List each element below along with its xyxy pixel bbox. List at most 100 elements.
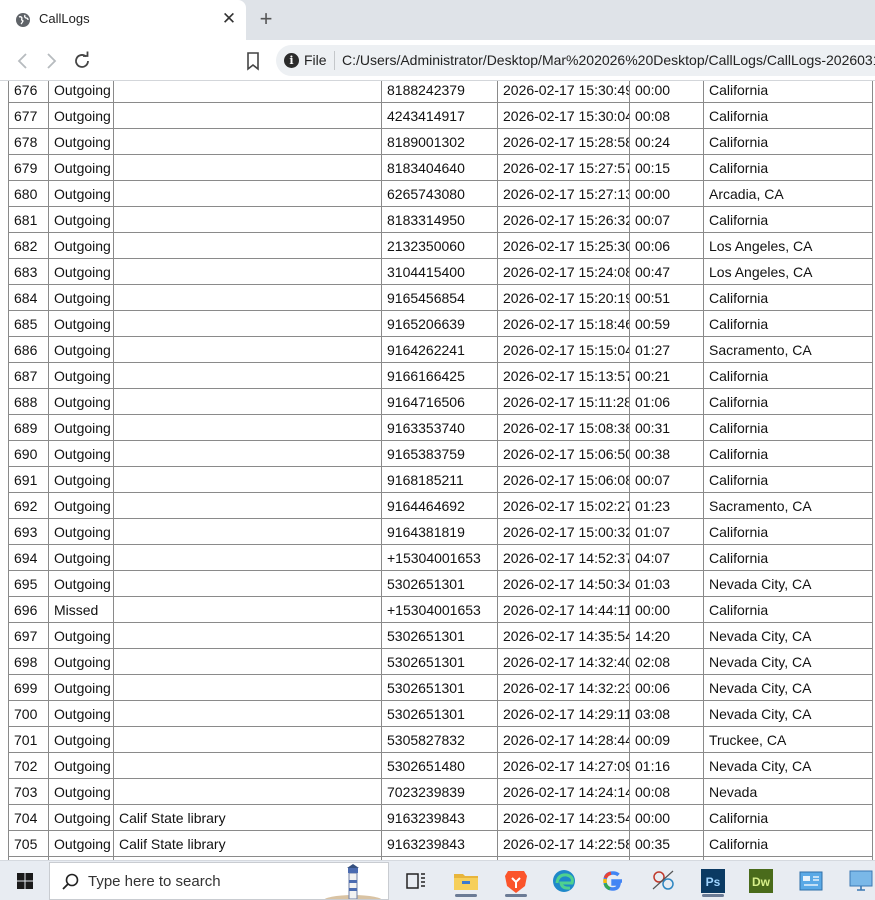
duration-cell: 00:08	[629, 102, 704, 129]
location-cell: Sacramento, CA	[703, 492, 873, 519]
svg-text:Dw: Dw	[752, 875, 771, 889]
call-type-cell: Outgoing	[48, 102, 114, 129]
duration-cell: 00:00	[629, 596, 704, 623]
location-cell: Truckee, CA	[703, 726, 873, 753]
task-view-icon[interactable]	[400, 865, 432, 897]
call-type-cell: Outgoing	[48, 81, 114, 103]
search-icon	[62, 873, 79, 890]
close-tab-icon[interactable]: ✕	[218, 8, 240, 30]
phone-number-cell: 3104415400	[381, 258, 498, 285]
location-cell: California	[703, 284, 873, 311]
location-cell: Nevada City, CA	[703, 570, 873, 597]
edge-browser-app[interactable]	[548, 865, 580, 897]
duration-cell: 00:06	[629, 232, 704, 259]
phone-number-cell: 9164381819	[381, 518, 498, 545]
row-number-cell: 703	[8, 778, 49, 805]
table-row: 676 Outgoing 8188242379 2026-02-17 15:30:49…	[8, 81, 873, 103]
call-type-cell: Outgoing	[48, 440, 114, 467]
contact-name-cell	[113, 284, 382, 311]
datetime-cell: 2026-02-17 14:32:40	[497, 648, 630, 675]
table-row: 697 Outgoing 5302651301 2026-02-17 14:35:54…	[8, 622, 873, 649]
location-cell: Los Angeles, CA	[703, 258, 873, 285]
brave-browser-app[interactable]	[500, 865, 532, 897]
location-cell: California	[703, 830, 873, 857]
taskbar-search-box[interactable]: Type here to search	[49, 862, 389, 900]
address-bar[interactable]: i File C:/Users/Administrator/Desktop/Ma…	[276, 45, 875, 76]
table-row: 681 Outgoing 8183314950 2026-02-17 15:26:32…	[8, 206, 873, 233]
location-cell: California	[703, 414, 873, 441]
phone-number-cell: 9163353740	[381, 414, 498, 441]
datetime-cell: 2026-02-17 14:22:58	[497, 830, 630, 857]
brave-lion-icon	[505, 871, 527, 893]
table-row: 698 Outgoing 5302651301 2026-02-17 14:32:40…	[8, 648, 873, 675]
dreamweaver-app[interactable]: Dw	[745, 865, 777, 897]
datetime-cell: 2026-02-17 15:18:46	[497, 310, 630, 337]
row-number-cell: 695	[8, 570, 49, 597]
forward-arrow-icon[interactable]	[38, 48, 64, 74]
new-tab-icon[interactable]: +	[255, 8, 277, 30]
page-viewport: 676 Outgoing 8188242379 2026-02-17 15:30:49…	[0, 81, 875, 860]
datetime-cell: 2026-02-17 15:27:13	[497, 180, 630, 207]
call-type-cell: Outgoing	[48, 518, 114, 545]
duration-cell: 00:38	[629, 440, 704, 467]
row-number-cell: 686	[8, 336, 49, 363]
file-explorer-app[interactable]	[450, 865, 482, 897]
windows-start-icon[interactable]	[6, 863, 44, 899]
globe-icon	[16, 13, 30, 27]
back-arrow-icon[interactable]	[10, 48, 36, 74]
contact-name-cell	[113, 206, 382, 233]
photoshop-app[interactable]: Ps	[697, 865, 729, 897]
phone-number-cell: 5302651301	[381, 674, 498, 701]
table-row: 686 Outgoing 9164262241 2026-02-17 15:15:04…	[8, 336, 873, 363]
datetime-cell: 2026-02-17 14:23:54	[497, 804, 630, 831]
phone-number-cell: 9165206639	[381, 310, 498, 337]
call-type-cell: Missed	[48, 596, 114, 623]
location-cell: Nevada City, CA	[703, 752, 873, 779]
location-cell: California	[703, 81, 873, 103]
row-number-cell: 681	[8, 206, 49, 233]
phone-number-cell: 9166166425	[381, 362, 498, 389]
duration-cell: 01:27	[629, 336, 704, 363]
call-type-cell: Outgoing	[48, 232, 114, 259]
control-panel-app[interactable]	[795, 865, 827, 897]
call-type-cell: Outgoing	[48, 752, 114, 779]
phone-number-cell: 4243414917	[381, 102, 498, 129]
lighthouse-search-highlight-icon	[324, 864, 382, 899]
remote-desktop-app[interactable]	[845, 865, 875, 897]
call-type-cell: Outgoing	[48, 284, 114, 311]
bookmark-icon[interactable]	[240, 48, 266, 74]
row-number-cell: 702	[8, 752, 49, 779]
phone-number-cell: 9164464692	[381, 492, 498, 519]
location-cell: Nevada	[703, 778, 873, 805]
reload-icon[interactable]	[69, 48, 95, 74]
table-row: 701 Outgoing 5305827832 2026-02-17 14:28:44…	[8, 726, 873, 753]
phone-number-cell: 8188242379	[381, 81, 498, 103]
phone-number-cell: 5302651301	[381, 648, 498, 675]
phone-number-cell: 7023239839	[381, 778, 498, 805]
datetime-cell: 2026-02-17 14:44:11	[497, 596, 630, 623]
datetime-cell: 2026-02-17 15:11:28	[497, 388, 630, 415]
table-row: 699 Outgoing 5302651301 2026-02-17 14:32:23…	[8, 674, 873, 701]
location-cell: Nevada City, CA	[703, 674, 873, 701]
table-row: 700 Outgoing 5302651301 2026-02-17 14:29:11…	[8, 700, 873, 727]
duration-cell: 01:03	[629, 570, 704, 597]
browser-tab[interactable]: CallLogs ✕	[0, 0, 246, 40]
url-text[interactable]: C:/Users/Administrator/Desktop/Mar%20202…	[342, 52, 875, 68]
contact-name-cell	[113, 622, 382, 649]
row-number-cell: 685	[8, 310, 49, 337]
datetime-cell: 2026-02-17 15:25:30	[497, 232, 630, 259]
info-icon[interactable]: i	[284, 53, 299, 68]
control-panel-icon	[799, 871, 823, 891]
contact-name-cell	[113, 778, 382, 805]
chrome-browser-app[interactable]	[597, 865, 629, 897]
location-cell: Arcadia, CA	[703, 180, 873, 207]
call-type-cell: Outgoing	[48, 804, 114, 831]
table-row: 683 Outgoing 3104415400 2026-02-17 15:24:08…	[8, 258, 873, 285]
network-app[interactable]	[647, 865, 679, 897]
datetime-cell: 2026-02-17 15:06:08	[497, 466, 630, 493]
phone-number-cell: 9164716506	[381, 388, 498, 415]
datetime-cell: 2026-02-17 15:15:04	[497, 336, 630, 363]
contact-name-cell	[113, 752, 382, 779]
tab-strip: CallLogs ✕ +	[0, 0, 875, 40]
row-number-cell: 677	[8, 102, 49, 129]
